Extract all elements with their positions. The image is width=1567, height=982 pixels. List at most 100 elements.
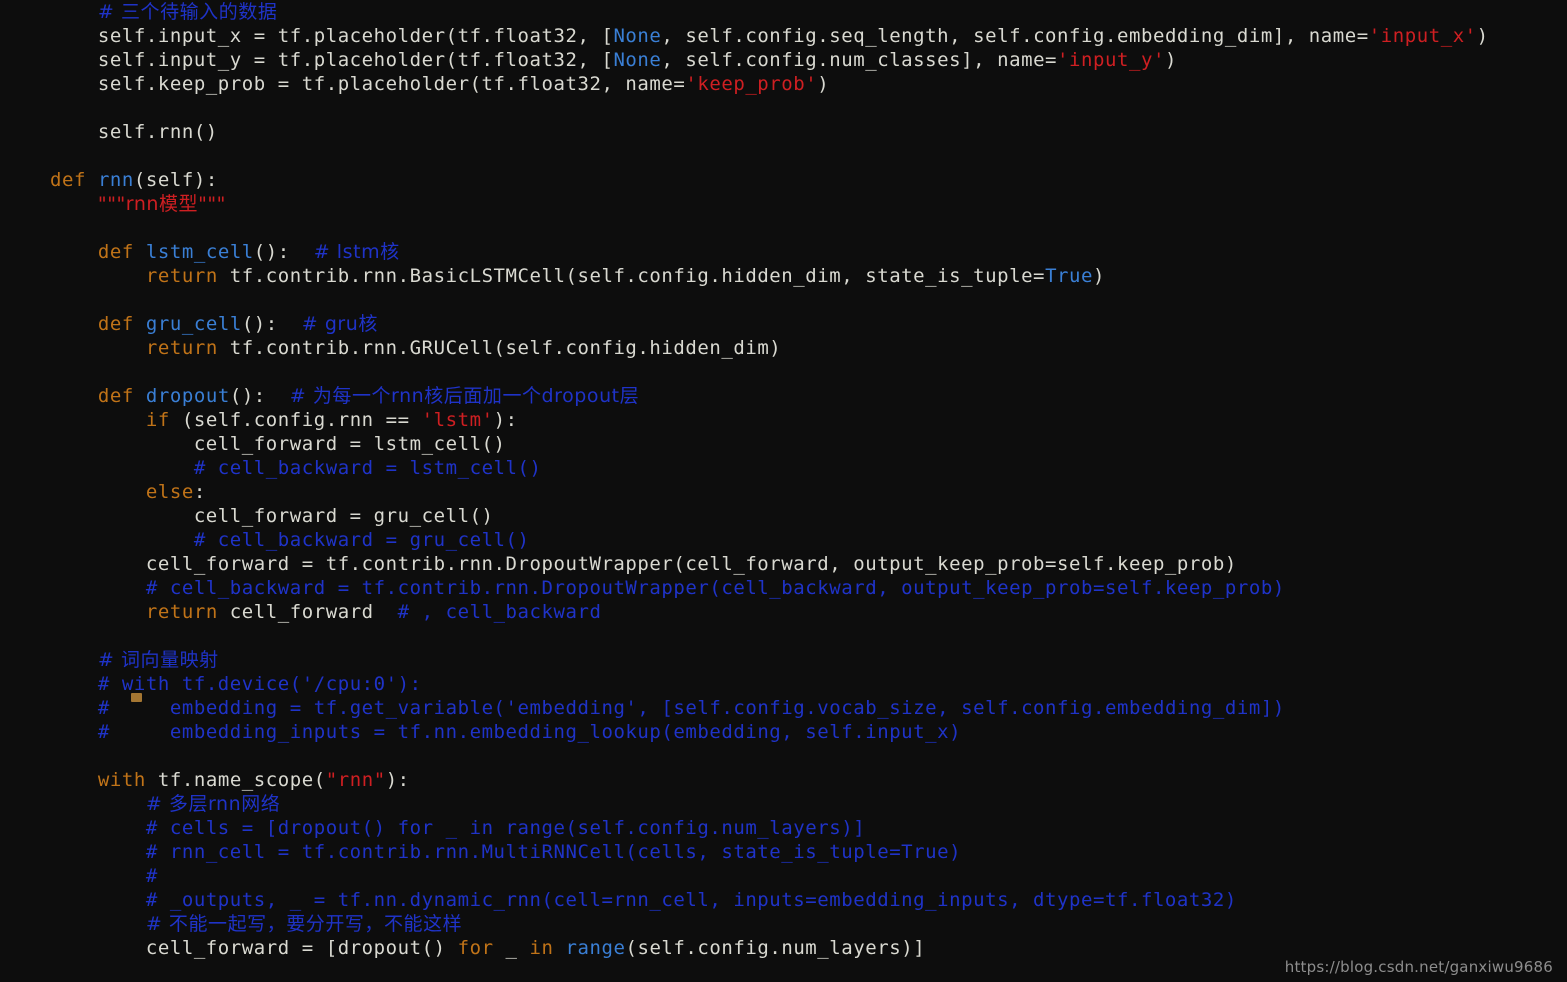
code-token-cmt: # lstm核: [313, 241, 400, 263]
code-token-cmt: #: [145, 865, 158, 887]
code-line[interactable]: # rnn_cell = tf.contrib.rnn.MultiRNNCell…: [0, 840, 1567, 864]
code-token-str: """rnn模型""": [97, 193, 226, 215]
code-line[interactable]: cell_forward = gru_cell(): [0, 504, 1567, 528]
code-token-fn: range: [565, 937, 626, 959]
code-content[interactable]: # 三个待输入的数据 self.input_x = tf.placeholder…: [0, 0, 1567, 960]
code-token-kw: return: [145, 265, 218, 287]
code-token-cmt: # gru核: [301, 313, 378, 335]
code-line[interactable]: # 多层rnn网络: [0, 792, 1567, 816]
code-line[interactable]: # cell_backward = tf.contrib.rnn.Dropout…: [0, 576, 1567, 600]
code-token-cmt: # cell_backward = tf.contrib.rnn.Dropout…: [145, 577, 1285, 599]
code-token-txt: ): [1093, 265, 1106, 287]
code-line[interactable]: # with tf.device('/cpu:0'):: [0, 672, 1567, 696]
code-line[interactable]: self.input_y = tf.placeholder(tf.float32…: [0, 48, 1567, 72]
code-line[interactable]: # cells = [dropout() for _ in range(self…: [0, 816, 1567, 840]
code-token-txt: tf.name_scope(: [145, 769, 326, 791]
code-line[interactable]: cell_forward = tf.contrib.rnn.DropoutWra…: [0, 552, 1567, 576]
code-token-str: "rnn": [325, 769, 386, 791]
code-line[interactable]: def dropout(): # 为每一个rnn核后面加一个dropout层: [0, 384, 1567, 408]
code-line[interactable]: [0, 744, 1567, 768]
code-token-cmt: # cells = [dropout() for _ in range(self…: [145, 817, 866, 839]
code-token-txt: tf.contrib.rnn.BasicLSTMCell(self.config…: [217, 265, 1046, 287]
code-line[interactable]: with tf.name_scope("rnn"):: [0, 768, 1567, 792]
code-token-lit: None: [613, 25, 662, 47]
code-line[interactable]: else:: [0, 480, 1567, 504]
code-line[interactable]: # cell_backward = lstm_cell(): [0, 456, 1567, 480]
code-token-cmt: # 为每一个rnn核后面加一个dropout层: [289, 385, 640, 407]
code-line[interactable]: self.rnn(): [0, 120, 1567, 144]
code-token-txt: ):: [385, 769, 410, 791]
code-line[interactable]: # 三个待输入的数据: [0, 0, 1567, 24]
code-token-txt: cell_forward = gru_cell(): [2, 505, 494, 527]
code-line[interactable]: [0, 144, 1567, 168]
code-line[interactable]: #: [0, 864, 1567, 888]
code-token-txt: ():: [229, 385, 290, 407]
code-line[interactable]: [0, 360, 1567, 384]
code-line[interactable]: # embedding = tf.get_variable('embedding…: [0, 696, 1567, 720]
code-line[interactable]: def lstm_cell(): # lstm核: [0, 240, 1567, 264]
code-line[interactable]: return cell_forward # , cell_backward: [0, 600, 1567, 624]
code-token-fn: gru_cell: [145, 313, 242, 335]
code-line[interactable]: return tf.contrib.rnn.BasicLSTMCell(self…: [0, 264, 1567, 288]
code-line[interactable]: self.keep_prob = tf.placeholder(tf.float…: [0, 72, 1567, 96]
code-line[interactable]: [0, 624, 1567, 648]
code-line[interactable]: if (self.config.rnn == 'lstm'):: [0, 408, 1567, 432]
watermark-url: https://blog.csdn.net/ganxiwu9686: [1284, 958, 1553, 976]
code-token-str: 'input_y': [1057, 49, 1165, 71]
code-token-txt: cell_forward = [dropout(): [2, 937, 458, 959]
code-line[interactable]: def rnn(self):: [0, 168, 1567, 192]
code-token-txt: self.keep_prob = tf.placeholder(tf.float…: [2, 73, 686, 95]
code-token-kw: if: [145, 409, 170, 431]
code-line[interactable]: [0, 288, 1567, 312]
code-line[interactable]: # _outputs, _ = tf.nn.dynamic_rnn(cell=r…: [0, 888, 1567, 912]
code-line[interactable]: return tf.contrib.rnn.GRUCell(self.confi…: [0, 336, 1567, 360]
code-token-kw: return: [145, 337, 218, 359]
code-token-cmt: # cell_backward = gru_cell(): [193, 529, 530, 551]
code-token-txt: cell_forward: [217, 601, 398, 623]
code-token-txt: ): [1476, 25, 1489, 47]
code-token-cmt: # , cell_backward: [397, 601, 602, 623]
code-token-txt: tf.contrib.rnn.GRUCell(self.config.hidde…: [217, 337, 782, 359]
code-token-cmt: # 词向量映射: [97, 649, 219, 671]
code-token-str: 'input_x': [1368, 25, 1477, 47]
code-token-txt: self.rnn(): [2, 121, 218, 143]
code-token-txt: , self.config.num_classes], name=: [661, 49, 1058, 71]
code-token-txt: (self.config.num_layers)]: [625, 937, 926, 959]
code-token-str: 'keep_prob': [685, 73, 818, 95]
code-line[interactable]: """rnn模型""": [0, 192, 1567, 216]
code-line[interactable]: cell_forward = lstm_cell(): [0, 432, 1567, 456]
code-line[interactable]: # cell_backward = gru_cell(): [0, 528, 1567, 552]
code-line[interactable]: [0, 96, 1567, 120]
code-line[interactable]: # 词向量映射: [0, 648, 1567, 672]
code-token-str: 'lstm': [421, 409, 494, 431]
code-line[interactable]: # embedding_inputs = tf.nn.embedding_loo…: [0, 720, 1567, 744]
code-line[interactable]: [0, 216, 1567, 240]
code-token-kw: return: [145, 601, 218, 623]
code-line[interactable]: cell_forward = [dropout() for _ in range…: [0, 936, 1567, 960]
code-line[interactable]: def gru_cell(): # gru核: [0, 312, 1567, 336]
code-token-cmt: # _outputs, _ = tf.nn.dynamic_rnn(cell=r…: [145, 889, 1237, 911]
code-token-kw: with: [97, 769, 146, 791]
code-token-cmt: # 三个待输入的数据: [97, 1, 278, 23]
code-line[interactable]: self.input_x = tf.placeholder(tf.float32…: [0, 24, 1567, 48]
code-token-kw: for: [457, 937, 494, 959]
code-token-txt: (self.config.rnn ==: [169, 409, 422, 431]
code-line[interactable]: # 不能一起写，要分开写，不能这样: [0, 912, 1567, 936]
code-token-cmt: # 不能一起写，要分开写，不能这样: [145, 913, 463, 935]
